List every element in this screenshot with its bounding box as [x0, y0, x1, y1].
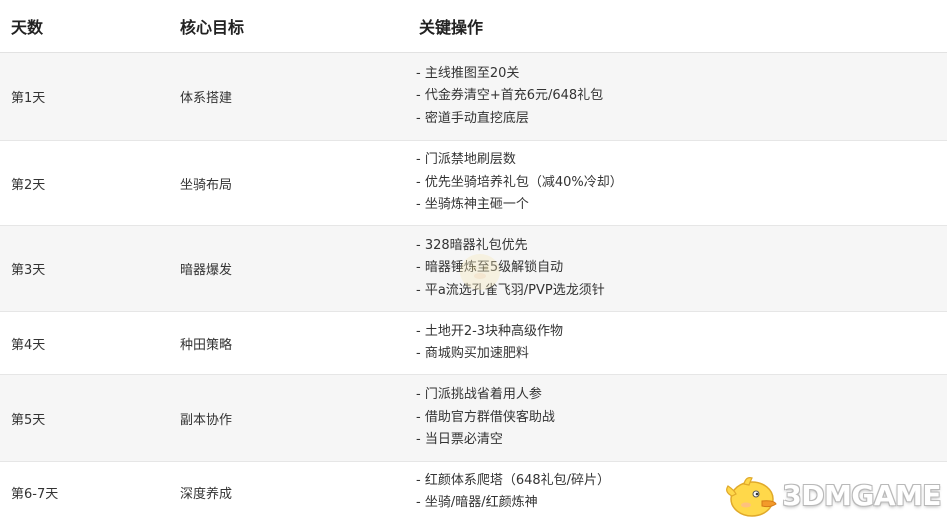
cell-day: 第5天: [0, 374, 168, 462]
cell-ops: - 红颜体系爬塔（648礼包/碎片） - 坐骑/暗器/红颜炼神: [410, 461, 947, 522]
op-item: - 主线推图至20关: [416, 65, 520, 81]
cell-goal: 深度养成: [168, 461, 410, 522]
op-item: - 暗器锤炼至5级解锁自动: [416, 260, 564, 276]
cell-day: 第1天: [0, 52, 168, 141]
op-item: - 门派禁地刷层数: [416, 152, 516, 168]
op-item: - 坐骑/暗器/红颜炼神: [416, 495, 538, 510]
strategy-table: 天数 核心目标 关键操作 第1天 体系搭建 - 主线推图至20关 - 代金券清空…: [0, 0, 947, 522]
cell-ops: - 主线推图至20关 - 代金券清空+首充6元/648礼包 - 密道手动直挖底层: [410, 52, 947, 141]
op-item: - 328暗器礼包优先: [416, 237, 528, 253]
op-item: - 代金券清空+首充6元/648礼包: [416, 88, 604, 104]
op-item: - 借助官方群借侠客助战: [416, 409, 555, 425]
op-item: - 商城购买加速肥料: [416, 346, 529, 361]
table-row: 第4天 种田策略 - 土地开2-3块种高级作物 - 商城购买加速肥料: [0, 311, 947, 375]
cell-day: 第4天: [0, 311, 168, 375]
table-row: 第1天 体系搭建 - 主线推图至20关 - 代金券清空+首充6元/648礼包 -…: [0, 52, 947, 141]
cell-ops: - 土地开2-3块种高级作物 - 商城购买加速肥料: [410, 311, 947, 375]
header-goal: 核心目标: [168, 0, 410, 53]
table-row: 第6-7天 深度养成 - 红颜体系爬塔（648礼包/碎片） - 坐骑/暗器/红颜…: [0, 461, 947, 522]
op-item: - 密道手动直挖底层: [416, 110, 529, 126]
op-item: - 门派挑战省着用人参: [416, 387, 542, 403]
header-day: 天数: [0, 0, 168, 53]
table-row: 第5天 副本协作 - 门派挑战省着用人参 - 借助官方群借侠客助战 - 当日票必…: [0, 374, 947, 462]
op-item: - 土地开2-3块种高级作物: [416, 323, 564, 339]
cell-goal: 暗器爆发: [168, 225, 410, 312]
op-item: - 优先坐骑培养礼包（减40%冷却）: [416, 174, 623, 190]
op-item: - 平a流选孔雀飞羽/PVP选龙须针: [416, 282, 605, 298]
cell-goal: 体系搭建: [168, 52, 410, 141]
cell-goal: 坐骑布局: [168, 140, 410, 226]
cell-day: 第3天: [0, 225, 168, 312]
cell-goal: 种田策略: [168, 311, 410, 375]
cell-day: 第6-7天: [0, 461, 168, 522]
cell-ops: - 门派禁地刷层数 - 优先坐骑培养礼包（减40%冷却） - 坐骑炼神主砸一个: [410, 140, 947, 226]
page: 天数 核心目标 关键操作 第1天 体系搭建 - 主线推图至20关 - 代金券清空…: [0, 0, 947, 522]
op-item: - 红颜体系爬塔（648礼包/碎片）: [416, 472, 611, 488]
table-row: 第2天 坐骑布局 - 门派禁地刷层数 - 优先坐骑培养礼包（减40%冷却） - …: [0, 140, 947, 226]
header-ops: 关键操作: [410, 0, 947, 53]
table-row: 第3天 暗器爆发 - 328暗器礼包优先 - 暗器锤炼至5级解锁自动 - 平a流…: [0, 225, 947, 312]
cell-ops: - 328暗器礼包优先 - 暗器锤炼至5级解锁自动 - 平a流选孔雀飞羽/PVP…: [410, 225, 947, 312]
cell-ops: - 门派挑战省着用人参 - 借助官方群借侠客助战 - 当日票必清空: [410, 374, 947, 462]
op-item: - 坐骑炼神主砸一个: [416, 197, 529, 213]
cell-day: 第2天: [0, 140, 168, 226]
table-header-row: 天数 核心目标 关键操作: [0, 0, 947, 53]
cell-goal: 副本协作: [168, 374, 410, 462]
op-item: - 当日票必清空: [416, 432, 503, 448]
